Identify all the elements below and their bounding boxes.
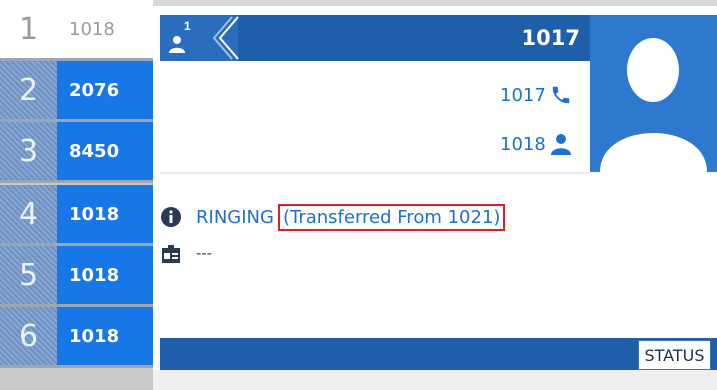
line-key-label: 8450 bbox=[57, 122, 153, 180]
bottom-strip bbox=[153, 370, 717, 390]
call-header-number: 1017 bbox=[521, 26, 580, 50]
line-key-index: 2 bbox=[0, 61, 57, 119]
transfer-info: (Transferred From 1021) bbox=[277, 203, 506, 231]
user-icon bbox=[550, 134, 571, 155]
status-softkey[interactable]: STATUS bbox=[638, 340, 711, 370]
line-key-2[interactable]: 2 2076 bbox=[0, 61, 153, 119]
line-key-3[interactable]: 3 8450 bbox=[0, 122, 153, 180]
line-key-4[interactable]: 4 1018 bbox=[0, 185, 153, 243]
softkey-bar bbox=[160, 338, 717, 370]
call-status-row: RINGING (Transferred From 1021) bbox=[160, 203, 506, 231]
line-key-index: 4 bbox=[0, 185, 57, 243]
avatar-silhouette-icon bbox=[600, 38, 707, 172]
call-status: RINGING bbox=[196, 206, 274, 228]
local-party-row: 1018 bbox=[500, 133, 572, 155]
local-number: 1018 bbox=[500, 133, 546, 155]
divider bbox=[0, 180, 153, 183]
line-key-panel: 1 1018 2 2076 3 8450 4 1018 5 1018 6 101… bbox=[0, 0, 153, 390]
placeholder-text: --- bbox=[196, 245, 212, 262]
line-key-1[interactable]: 1 1018 bbox=[0, 0, 153, 58]
call-header[interactable]: 1 1017 bbox=[160, 15, 590, 61]
chevron-left-icon bbox=[212, 16, 239, 60]
line-key-index: 5 bbox=[0, 246, 57, 304]
divider bbox=[160, 172, 590, 174]
line-key-index: 6 bbox=[0, 307, 57, 365]
line-key-label: 1018 bbox=[57, 307, 153, 365]
avatar bbox=[590, 15, 717, 172]
contact-card-icon bbox=[162, 245, 180, 263]
phone-icon bbox=[552, 86, 570, 104]
line-key-label: 1018 bbox=[57, 185, 153, 243]
line-key-6[interactable]: 6 1018 bbox=[0, 307, 153, 365]
line-key-index: 1 bbox=[0, 0, 57, 58]
user-icon bbox=[169, 36, 185, 53]
line-key-label: 1018 bbox=[57, 0, 153, 58]
top-strip bbox=[153, 0, 717, 6]
call-index: 1 bbox=[184, 19, 191, 33]
divider bbox=[0, 365, 153, 368]
remote-party-row: 1017 bbox=[500, 84, 572, 106]
line-key-index: 3 bbox=[0, 122, 57, 180]
remote-number: 1017 bbox=[500, 84, 546, 106]
line-key-label: 1018 bbox=[57, 246, 153, 304]
info-icon bbox=[161, 207, 181, 227]
contact-info-row: --- bbox=[160, 242, 212, 266]
line-key-label: 2076 bbox=[57, 61, 153, 119]
line-key-5[interactable]: 5 1018 bbox=[0, 246, 153, 304]
